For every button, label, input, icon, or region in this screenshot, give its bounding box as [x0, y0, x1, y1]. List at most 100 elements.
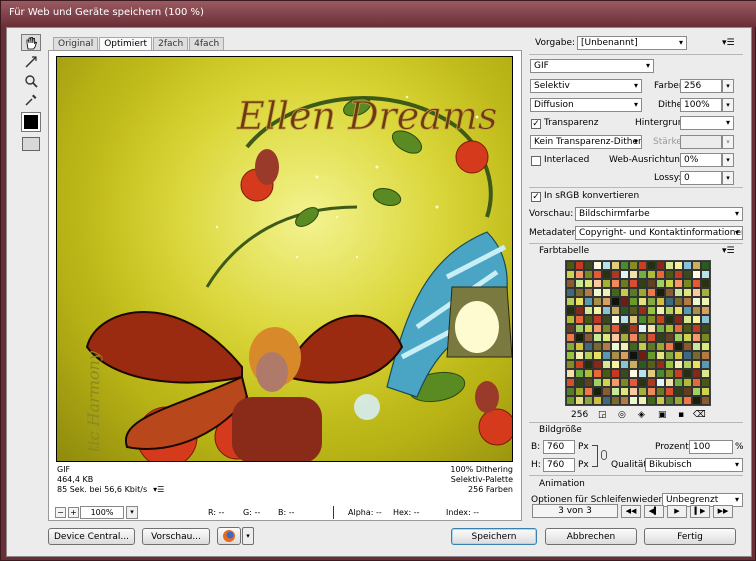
color-table-cell[interactable]: [692, 279, 701, 288]
color-table-cell[interactable]: [602, 369, 611, 378]
metadata-select[interactable]: Copyright- und Kontaktinformationen: [575, 226, 743, 240]
color-table-cell[interactable]: [566, 315, 575, 324]
color-table-cell[interactable]: [683, 261, 692, 270]
color-table-cell[interactable]: [683, 369, 692, 378]
next-frame-button[interactable]: ▍▶: [690, 505, 710, 518]
tab-original[interactable]: Original: [53, 37, 99, 50]
color-table-cell[interactable]: [593, 378, 602, 387]
color-table-cell[interactable]: [593, 342, 602, 351]
play-button[interactable]: ▶: [667, 505, 687, 518]
color-table-cell[interactable]: [629, 378, 638, 387]
height-field[interactable]: 760: [543, 458, 575, 472]
optimized-preview-image[interactable]: Ellen Dreams tic Harmony: [56, 56, 513, 462]
download-speed-menu-icon[interactable]: ▾☰: [153, 485, 164, 495]
color-table-cell[interactable]: [611, 378, 620, 387]
color-table-cell[interactable]: [647, 324, 656, 333]
color-table-cell[interactable]: [674, 333, 683, 342]
toggle-slices-icon[interactable]: [22, 137, 40, 151]
color-table-cell[interactable]: [674, 315, 683, 324]
color-table-cell[interactable]: [584, 288, 593, 297]
zoom-dropdown-button[interactable]: ▾: [126, 506, 138, 519]
color-table-cell[interactable]: [593, 297, 602, 306]
color-table-cell[interactable]: [674, 360, 683, 369]
color-table-cell[interactable]: [683, 315, 692, 324]
color-table-cell[interactable]: [620, 288, 629, 297]
color-table-cell[interactable]: [692, 306, 701, 315]
color-table-cell[interactable]: [584, 369, 593, 378]
color-table-cell[interactable]: [638, 288, 647, 297]
lock-color-icon[interactable]: ◈: [638, 410, 645, 420]
color-table-cell[interactable]: [683, 333, 692, 342]
color-table-cell[interactable]: [611, 279, 620, 288]
color-table-cell[interactable]: [692, 261, 701, 270]
color-table-cell[interactable]: [566, 288, 575, 297]
color-table-cell[interactable]: [656, 396, 665, 405]
web-snap-field[interactable]: 0%: [680, 153, 722, 167]
color-table-cell[interactable]: [647, 333, 656, 342]
lossy-dropdown-button[interactable]: ▾: [722, 171, 734, 185]
color-table-cell[interactable]: [629, 288, 638, 297]
color-table-cell[interactable]: [656, 387, 665, 396]
color-table-cell[interactable]: [683, 351, 692, 360]
color-table-grid[interactable]: [565, 260, 711, 406]
transparency-checkbox[interactable]: ✓: [531, 119, 541, 129]
color-table-cell[interactable]: [575, 342, 584, 351]
color-table-cell[interactable]: [701, 279, 710, 288]
color-table-cell[interactable]: [683, 279, 692, 288]
save-button[interactable]: Speichern: [451, 528, 537, 545]
color-table-cell[interactable]: [674, 342, 683, 351]
browser-dropdown-button[interactable]: ▾: [242, 527, 254, 545]
color-table-cell[interactable]: [566, 351, 575, 360]
color-table-cell[interactable]: [656, 279, 665, 288]
color-table-cell[interactable]: [647, 396, 656, 405]
color-table-cell[interactable]: [611, 315, 620, 324]
color-table-cell[interactable]: [629, 342, 638, 351]
color-table-cell[interactable]: [701, 288, 710, 297]
color-table-cell[interactable]: [566, 360, 575, 369]
color-table-cell[interactable]: [674, 378, 683, 387]
color-table-cell[interactable]: [692, 288, 701, 297]
color-table-cell[interactable]: [701, 396, 710, 405]
color-table-cell[interactable]: [575, 369, 584, 378]
tab-4-up[interactable]: 4fach: [189, 37, 225, 50]
first-frame-button[interactable]: ◀◀: [621, 505, 641, 518]
color-table-cell[interactable]: [620, 396, 629, 405]
color-table-cell[interactable]: [692, 369, 701, 378]
color-table-cell[interactable]: [647, 378, 656, 387]
color-table-cell[interactable]: [701, 378, 710, 387]
zoom-tool-icon[interactable]: [21, 72, 41, 89]
matte-select[interactable]: [680, 116, 734, 130]
color-table-cell[interactable]: [593, 369, 602, 378]
color-table-cell[interactable]: [647, 261, 656, 270]
color-table-cell[interactable]: [593, 351, 602, 360]
color-table-cell[interactable]: [638, 378, 647, 387]
color-table-cell[interactable]: [629, 270, 638, 279]
color-table-cell[interactable]: [665, 369, 674, 378]
color-table-cell[interactable]: [638, 333, 647, 342]
zoom-out-button[interactable]: −: [55, 507, 66, 518]
color-table-cell[interactable]: [692, 351, 701, 360]
color-table-cell[interactable]: [629, 315, 638, 324]
zoom-in-button[interactable]: +: [68, 507, 79, 518]
color-table-cell[interactable]: [638, 369, 647, 378]
color-table-cell[interactable]: [593, 288, 602, 297]
color-table-cell[interactable]: [638, 261, 647, 270]
color-table-cell[interactable]: [566, 387, 575, 396]
color-table-cell[interactable]: [584, 324, 593, 333]
slice-select-tool-icon[interactable]: [21, 53, 41, 70]
color-table-cell[interactable]: [584, 315, 593, 324]
color-table-cell[interactable]: [674, 261, 683, 270]
color-table-cell[interactable]: [665, 378, 674, 387]
color-table-cell[interactable]: [665, 396, 674, 405]
color-table-cell[interactable]: [692, 333, 701, 342]
color-table-cell[interactable]: [620, 333, 629, 342]
eyedropper-tool-icon[interactable]: [21, 91, 41, 108]
color-table-cell[interactable]: [611, 297, 620, 306]
color-table-cell[interactable]: [656, 306, 665, 315]
color-table-cell[interactable]: [665, 342, 674, 351]
color-table-cell[interactable]: [683, 342, 692, 351]
delete-color-icon[interactable]: ⌫: [693, 410, 706, 420]
color-table-cell[interactable]: [683, 288, 692, 297]
color-table-cell[interactable]: [656, 369, 665, 378]
color-table-cell[interactable]: [647, 270, 656, 279]
